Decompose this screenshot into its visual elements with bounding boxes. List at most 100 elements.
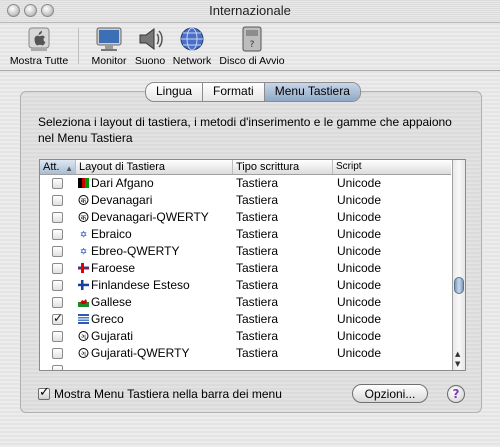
layout-script: Unicode <box>337 227 382 241</box>
layout-script: Unicode <box>337 346 382 360</box>
row-checkbox[interactable] <box>52 348 63 359</box>
layout-script: Unicode <box>337 278 382 292</box>
faroe-flag-icon <box>78 263 89 273</box>
layout-type: Tastiera <box>236 227 279 241</box>
toolbar-show-all[interactable]: Mostra Tutte <box>8 24 70 67</box>
globe-network-icon <box>177 24 207 54</box>
table-header: Att. ▲ Layout di Tastiera Tipo scrittura… <box>40 160 451 175</box>
title-bar[interactable]: Internazionale <box>0 0 500 23</box>
row-checkbox[interactable] <box>52 263 63 274</box>
toolbar-monitor[interactable]: Monitor <box>89 24 129 67</box>
tab-lingua[interactable]: Lingua <box>146 83 204 101</box>
table-row[interactable]: ગ Gujarati Tastiera Unicode <box>40 328 451 345</box>
table-row[interactable]: क Devanagari Tastiera Unicode <box>40 192 451 209</box>
svg-text:क: क <box>81 214 87 222</box>
svg-text:क: क <box>81 197 87 205</box>
row-checkbox[interactable] <box>52 280 63 291</box>
layout-name: Gujarati <box>91 329 134 343</box>
row-checkbox[interactable] <box>52 246 63 257</box>
layout-script: Unicode <box>337 210 382 224</box>
toolbar-label: Suono <box>134 55 166 67</box>
gujarati-icon: ગ <box>78 331 89 341</box>
svg-text:?: ? <box>250 40 255 50</box>
layout-script: Unicode <box>337 193 382 207</box>
table-row[interactable]: क Devanagari-QWERTY Tastiera Unicode <box>40 209 451 226</box>
window-title: Internazionale <box>209 3 291 18</box>
table-row[interactable]: ગ Gujarati-QWERTY Tastiera Unicode <box>40 345 451 362</box>
table-row[interactable]: Finlandese Esteso Tastiera Unicode <box>40 277 451 294</box>
show-menu-label: Mostra Menu Tastiera nella barra dei men… <box>54 387 282 401</box>
speaker-icon <box>135 24 165 54</box>
layout-name: Gujarati-QWERTY <box>91 346 190 360</box>
toolbar-sound[interactable]: Suono <box>132 24 168 67</box>
layout-type: Tastiera <box>236 176 279 190</box>
row-checkbox[interactable] <box>52 297 63 308</box>
row-checkbox[interactable] <box>52 212 63 223</box>
options-button[interactable]: Opzioni... <box>352 384 428 403</box>
layout-script: Unicode <box>337 176 382 190</box>
layout-type: Tastiera <box>236 329 279 343</box>
row-checkbox[interactable] <box>52 311 63 325</box>
column-header-tipo[interactable]: Tipo scrittura <box>233 160 333 174</box>
toolbar-startup-disk[interactable]: ? Disco di Avvio <box>219 24 285 67</box>
table-row[interactable]: ✡ Ebreo-QWERTY Tastiera Unicode <box>40 243 451 260</box>
layout-name: Devanagari <box>91 193 153 207</box>
svg-text:ગ: ગ <box>81 350 86 358</box>
greece-flag-icon <box>78 314 89 324</box>
layout-type: Tastiera <box>236 346 279 360</box>
scroll-thumb[interactable] <box>454 277 464 294</box>
layout-name: Gallese <box>91 295 132 309</box>
gujarati-icon: ગ <box>78 348 89 358</box>
toolbar-label: Disco di Avvio <box>219 55 285 67</box>
tab-bar: Lingua Formati Menu Tastiera <box>145 82 361 102</box>
table-row[interactable] <box>40 362 451 370</box>
vertical-scrollbar[interactable]: ▲ ▼ <box>452 160 465 370</box>
layout-type: Tastiera <box>236 244 279 258</box>
show-menu-checkbox[interactable] <box>38 385 50 400</box>
table-row[interactable]: Faroese Tastiera Unicode <box>40 260 451 277</box>
table-row[interactable]: Dari Afgano Tastiera Unicode <box>40 175 451 192</box>
toolbar-label: Network <box>172 55 212 67</box>
table-row[interactable]: Gallese Tastiera Unicode <box>40 294 451 311</box>
layout-name: Ebreo-QWERTY <box>91 244 180 258</box>
table-row[interactable]: Greco Tastiera Unicode <box>40 311 451 328</box>
sort-ascending-icon: ▲ <box>65 164 73 173</box>
toolbar-label: Mostra Tutte <box>9 55 69 67</box>
israel-flag-icon: ✡ <box>78 246 89 256</box>
toolbar-network[interactable]: Network <box>171 24 213 67</box>
apple-show-all-icon <box>24 24 54 54</box>
scroll-up-arrow-icon[interactable]: ▲ <box>455 350 460 358</box>
layout-script: Unicode <box>337 295 382 309</box>
toolbar-separator <box>78 28 79 64</box>
help-button[interactable]: ? <box>447 385 465 403</box>
tab-formati[interactable]: Formati <box>203 83 265 101</box>
row-checkbox[interactable] <box>52 195 63 206</box>
layout-script: Unicode <box>337 244 382 258</box>
column-header-script[interactable]: Script <box>333 160 451 174</box>
wales-flag-icon <box>78 297 89 307</box>
devanagari-icon: क <box>78 195 89 205</box>
column-header-layout[interactable]: Layout di Tastiera <box>76 160 233 174</box>
row-checkbox[interactable] <box>52 229 63 240</box>
row-checkbox[interactable] <box>52 178 63 189</box>
layout-name: Devanagari-QWERTY <box>91 210 209 224</box>
keyboard-layout-table[interactable]: Att. ▲ Layout di Tastiera Tipo scrittura… <box>39 159 466 371</box>
monitor-icon <box>94 24 124 54</box>
table-row[interactable]: ✡ Ebraico Tastiera Unicode <box>40 226 451 243</box>
layout-type: Tastiera <box>236 193 279 207</box>
layout-name: Faroese <box>91 261 136 275</box>
layout-type: Tastiera <box>236 295 279 309</box>
scroll-down-arrow-icon[interactable]: ▼ <box>455 360 460 368</box>
column-header-att[interactable]: Att. ▲ <box>40 160 76 174</box>
finland-flag-icon <box>78 280 89 290</box>
layout-script: Unicode <box>337 261 382 275</box>
layout-type: Tastiera <box>236 210 279 224</box>
show-keyboard-menu-option[interactable]: Mostra Menu Tastiera nella barra dei men… <box>38 385 282 401</box>
layout-name: Greco <box>91 312 124 326</box>
row-checkbox[interactable] <box>52 365 63 370</box>
tab-menu-tastiera[interactable]: Menu Tastiera <box>264 83 360 101</box>
afghanistan-flag-icon <box>78 178 89 188</box>
column-header-att-label: Att. <box>43 161 60 173</box>
row-checkbox[interactable] <box>52 331 63 342</box>
svg-text:✡: ✡ <box>80 248 88 257</box>
